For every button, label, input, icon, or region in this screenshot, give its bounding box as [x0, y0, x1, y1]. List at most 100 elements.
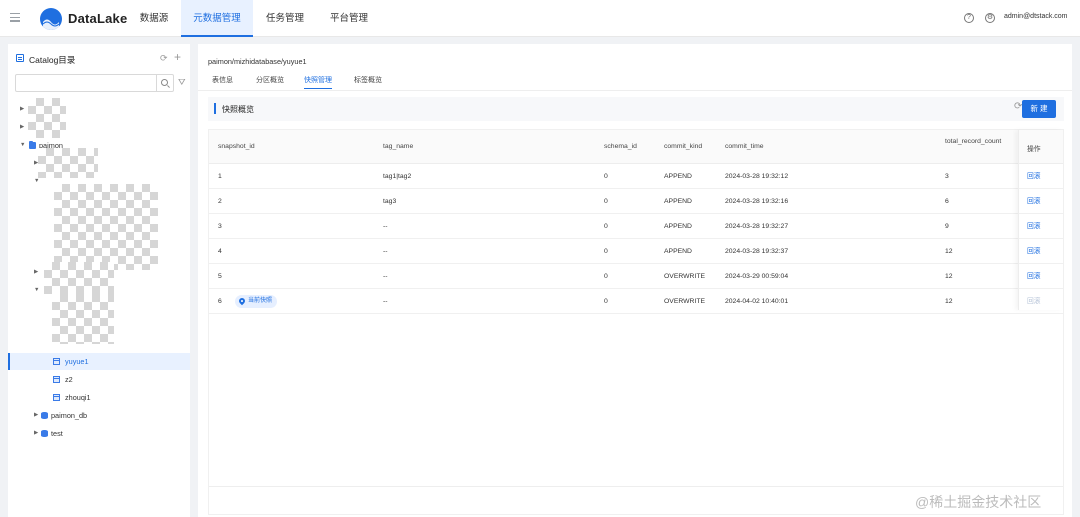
table-row: 5 -- 0 OVERWRITE 2024-03-29 00:59:04 12 …	[209, 264, 1063, 289]
catalog-search-input[interactable]	[19, 77, 154, 89]
table-icon	[53, 376, 60, 383]
cell-schema-id: 0	[604, 273, 608, 280]
cell-record-count: 9	[945, 223, 949, 230]
column-header: schema_id	[604, 143, 637, 150]
catalog-icon	[16, 54, 24, 62]
cell-tag-name: --	[383, 223, 388, 230]
cell-record-count: 6	[945, 198, 949, 205]
tree-node-label: zhouqi1	[65, 393, 91, 402]
cell-schema-id: 0	[604, 223, 608, 230]
tree-node-label: paimon_db	[51, 411, 88, 420]
cell-commit-kind: APPEND	[664, 173, 692, 180]
tree-node-z2[interactable]: z2	[8, 371, 190, 388]
column-header: commit_kind	[664, 143, 703, 150]
cell-record-count: 3	[945, 173, 949, 180]
column-header: total_record_count	[945, 138, 1002, 145]
cell-commit-time: 2024-03-28 19:32:12	[725, 173, 789, 180]
tree-node-zhouqi1[interactable]: zhouqi1	[8, 389, 190, 406]
cell-commit-kind: APPEND	[664, 223, 692, 230]
database-icon	[41, 430, 48, 437]
catalog-sidebar: Catalog目录 ⟳ + ⛛ ▶ ▶ ▼ paimon ▶ ▼ ▶ ▼ yuy…	[8, 44, 190, 517]
caret-right-icon[interactable]: ▶	[34, 425, 41, 442]
datalake-logo	[40, 8, 62, 30]
operation-column	[1018, 130, 1063, 310]
cell-tag-name: --	[383, 248, 388, 255]
cell-tag-name: --	[383, 273, 388, 280]
redacted-area	[38, 148, 98, 178]
table-icon	[53, 394, 60, 401]
tree-node-yuyue1[interactable]: yuyue1	[8, 353, 190, 370]
nav-platform-management[interactable]: 平台管理	[317, 0, 381, 37]
tab-tag-overview[interactable]: 标签概览	[354, 75, 382, 89]
new-button[interactable]: 新 建	[1022, 100, 1056, 118]
redacted-area	[28, 98, 66, 138]
cell-snapshot-id: 2	[218, 198, 222, 205]
table-row: 1 tag1|tag2 0 APPEND 2024-03-28 19:32:12…	[209, 164, 1063, 189]
tree-node-paimon-db[interactable]: ▶ paimon_db	[8, 407, 190, 424]
menu-icon[interactable]	[10, 13, 20, 23]
column-header: snapshot_id	[218, 143, 255, 150]
table-row: 6 当前快照 -- 0 OVERWRITE 2024-04-02 10:40:0…	[209, 289, 1063, 314]
cell-commit-time: 2024-03-28 19:32:37	[725, 248, 789, 255]
top-navigation-bar: DataLake 数据源 元数据管理 任务管理 平台管理 ? ⚙ admin@d…	[0, 0, 1080, 37]
settings-icon[interactable]: ⚙	[985, 13, 995, 23]
snapshot-table: snapshot_id tag_name schema_id commit_ki…	[208, 129, 1064, 515]
cell-snapshot-id: 4	[218, 248, 222, 255]
cell-tag-name: tag1|tag2	[383, 173, 412, 180]
caret-down-icon[interactable]: ▼	[20, 137, 27, 154]
nav-metadata-management[interactable]: 元数据管理	[181, 0, 253, 37]
nav-task-management[interactable]: 任务管理	[253, 0, 317, 37]
location-pin-icon	[237, 296, 247, 306]
cell-commit-time: 2024-04-02 10:40:01	[725, 298, 789, 305]
column-header: tag_name	[383, 143, 414, 150]
cell-commit-time: 2024-03-29 00:59:04	[725, 273, 789, 280]
cell-commit-kind: APPEND	[664, 248, 692, 255]
cell-record-count: 12	[945, 273, 953, 280]
tree-node-label: test	[51, 429, 63, 438]
brand-name: DataLake	[68, 11, 128, 26]
caret-right-icon[interactable]: ▶	[34, 407, 41, 424]
redacted-area	[54, 184, 158, 270]
cell-snapshot-id: 1	[218, 173, 222, 180]
cell-commit-kind: APPEND	[664, 198, 692, 205]
cell-commit-time: 2024-03-28 19:32:16	[725, 198, 789, 205]
tree-node-paimon[interactable]: ▼ paimon	[8, 137, 190, 154]
section-title: 快照概览	[222, 105, 254, 114]
filter-icon[interactable]: ⛛	[178, 77, 186, 88]
add-icon[interactable]: +	[174, 50, 181, 64]
current-snapshot-badge: 当前快照	[235, 295, 278, 308]
cell-snapshot-id: 6	[218, 298, 222, 305]
table-header: snapshot_id tag_name schema_id commit_ki…	[209, 130, 1063, 164]
main-panel: paimon/mizhidatabase/yuyue1 表信息 分区概览 快照管…	[198, 44, 1072, 517]
catalog-search	[15, 74, 174, 92]
cell-schema-id: 0	[604, 298, 608, 305]
tree-node-label: yuyue1	[65, 357, 89, 366]
redacted-area	[52, 294, 114, 344]
table-row: 4 -- 0 APPEND 2024-03-28 19:32:37 12 回滚	[209, 239, 1063, 264]
table-row: 2 tag3 0 APPEND 2024-03-28 19:32:16 6 回滚	[209, 189, 1063, 214]
cell-schema-id: 0	[604, 248, 608, 255]
cell-tag-name: --	[383, 298, 388, 305]
cell-tag-name: tag3	[383, 198, 397, 205]
tab-snapshot-management[interactable]: 快照管理	[304, 75, 332, 89]
tab-partition-overview[interactable]: 分区概览	[256, 75, 284, 89]
section-header: 快照概览 ⟳	[208, 97, 1064, 121]
cell-record-count: 12	[945, 298, 953, 305]
cell-record-count: 12	[945, 248, 953, 255]
search-icon[interactable]	[161, 79, 168, 86]
nav-datasource[interactable]: 数据源	[127, 0, 181, 37]
cell-schema-id: 0	[604, 173, 608, 180]
table-row: 3 -- 0 APPEND 2024-03-28 19:32:27 9 回滚	[209, 214, 1063, 239]
tree-row-redacted[interactable]: ▶	[8, 155, 190, 172]
refresh-icon[interactable]: ⟳	[160, 53, 168, 64]
column-header: commit_time	[725, 143, 764, 150]
help-icon[interactable]: ?	[964, 13, 974, 23]
tab-table-info[interactable]: 表信息	[212, 75, 233, 89]
user-account[interactable]: admin@dtstack.com	[1004, 13, 1068, 20]
cell-schema-id: 0	[604, 198, 608, 205]
cell-commit-kind: OVERWRITE	[664, 273, 706, 280]
cell-commit-kind: OVERWRITE	[664, 298, 706, 305]
breadcrumb: paimon/mizhidatabase/yuyue1	[208, 57, 307, 66]
watermark: @稀土掘金技术社区	[915, 494, 1042, 510]
tree-node-test[interactable]: ▶ test	[8, 425, 190, 442]
